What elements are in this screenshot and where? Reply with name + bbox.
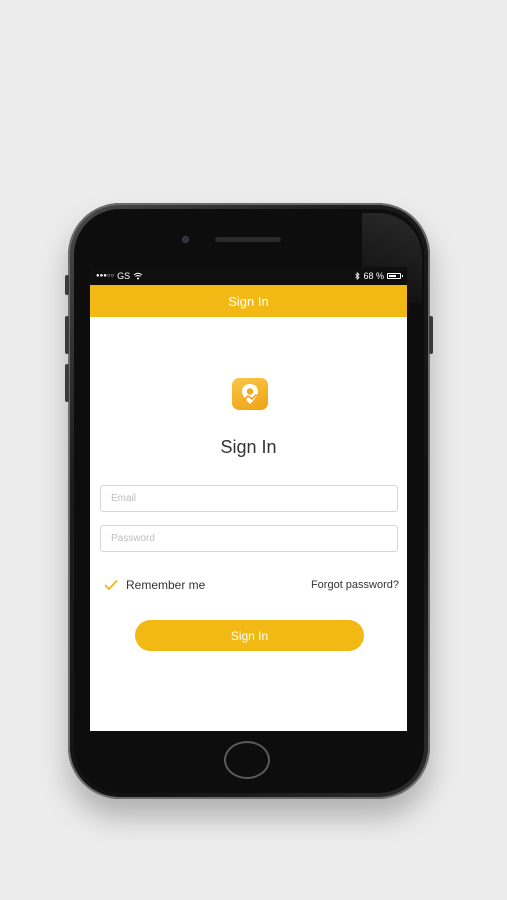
battery-percent: 68 % — [363, 271, 384, 281]
status-right: 68 % — [355, 271, 403, 281]
signal-dots-icon: ●●●○○ — [96, 273, 115, 279]
nav-title: Sign In — [228, 293, 269, 309]
bluetooth-icon — [355, 272, 361, 280]
remember-me-checkbox[interactable]: Remember me — [104, 578, 205, 592]
power-button — [429, 316, 433, 354]
password-field[interactable] — [100, 525, 398, 552]
remember-me-label: Remember me — [126, 578, 206, 592]
email-field[interactable] — [100, 485, 398, 512]
forgot-password-link[interactable]: Forgot password? — [311, 579, 399, 591]
status-bar: ●●●○○ GS 68 % — [90, 267, 407, 285]
checkmark-icon — [104, 580, 118, 590]
front-camera — [182, 236, 189, 243]
earpiece-speaker — [215, 237, 281, 242]
carrier-name: GS — [117, 271, 131, 281]
location-pin-logo-icon — [232, 378, 268, 410]
battery-icon — [387, 273, 403, 279]
phone-screen: ●●●○○ GS 68 % Sign In Sign In Email Reme… — [90, 267, 407, 731]
nav-bar: Sign In — [90, 285, 407, 317]
app-stage: ●●●○○ GS 68 % Sign In Sign In Email Reme… — [0, 0, 507, 900]
volume-down-button — [65, 364, 69, 402]
wifi-icon — [133, 272, 143, 280]
home-button[interactable] — [224, 741, 270, 779]
page-title: Sign In — [220, 437, 277, 457]
mute-switch — [65, 275, 69, 295]
volume-up-button — [65, 316, 69, 354]
sign-in-button[interactable]: Sign In — [135, 620, 364, 651]
status-left: ●●●○○ GS — [96, 271, 143, 281]
